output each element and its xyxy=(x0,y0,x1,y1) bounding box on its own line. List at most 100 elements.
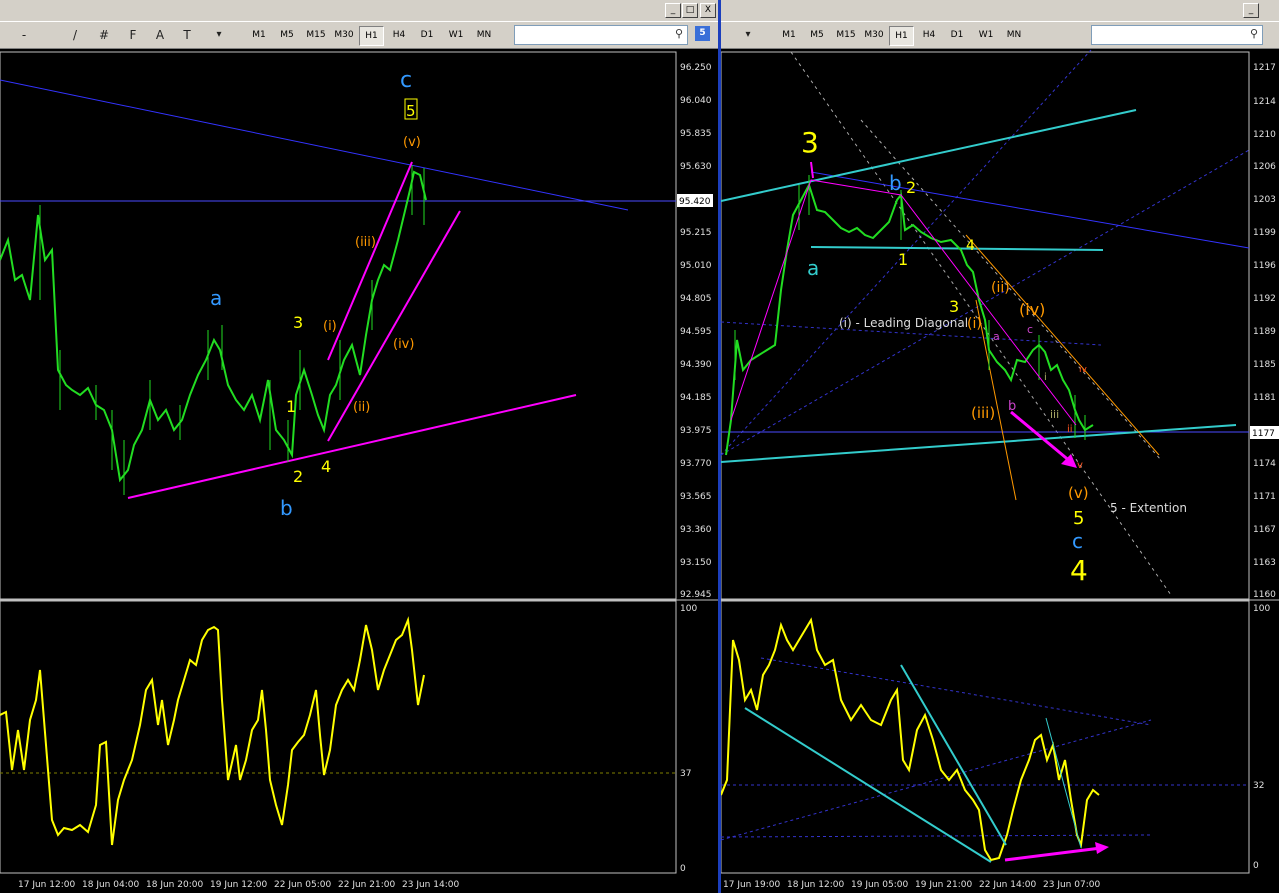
price-tick: 1210 xyxy=(1253,130,1276,140)
fibo-fan-icon[interactable]: F xyxy=(124,26,142,44)
wave-label-b: b xyxy=(280,496,293,520)
tf-m1-button[interactable]: M1 xyxy=(248,26,270,44)
leading-diagonal-label: (i) - Leading Diagonal xyxy=(839,316,968,330)
wave-label-4-small: 4 xyxy=(966,238,975,254)
wave-label-3-big: 3 xyxy=(801,126,819,159)
tf-m15-button[interactable]: M15 xyxy=(303,26,329,44)
search-icon[interactable]: ⚲ xyxy=(1250,27,1258,40)
left-chart-window[interactable]: _ □ X - / # F A T ▾ M1 M5 M15 M30 H1 H4 … xyxy=(0,0,718,893)
left-osc-frame xyxy=(0,600,677,874)
tf-w1-button[interactable]: W1 xyxy=(444,26,468,44)
tf-m5-button[interactable]: M5 xyxy=(276,26,298,44)
tf-mn-button[interactable]: MN xyxy=(472,26,496,44)
text-label-tool-icon[interactable]: A xyxy=(152,26,168,44)
wave-label-i: (i) xyxy=(967,316,982,332)
support-trendline xyxy=(721,424,1237,463)
wave-label-a: a xyxy=(807,256,819,280)
price-tick: 1217 xyxy=(1253,63,1276,73)
wave-label-b: b xyxy=(889,171,902,195)
time-tick: 23 Jun 07:00 xyxy=(1043,880,1100,890)
time-tick: 18 Jun 12:00 xyxy=(787,880,844,890)
tf-h1-button[interactable]: H1 xyxy=(359,26,384,46)
tf-m1-button[interactable]: M1 xyxy=(778,26,800,44)
tf-mn-button[interactable]: MN xyxy=(1002,26,1026,44)
wave-label-c: c xyxy=(400,68,412,93)
small-label-a: a xyxy=(993,330,1000,343)
time-tick: 22 Jun 14:00 xyxy=(979,880,1036,890)
search-icon[interactable]: ⚲ xyxy=(675,27,683,40)
tf-w1-button[interactable]: W1 xyxy=(974,26,998,44)
price-tick: 92.945 xyxy=(680,590,712,600)
descending-trendline xyxy=(810,171,1250,249)
restore-button[interactable]: □ xyxy=(682,3,698,18)
channel-upper-line xyxy=(327,161,413,361)
price-tick: 95.630 xyxy=(680,162,712,172)
left-chart-canvas[interactable]: 96.250 96.040 95.835 95.630 95.215 95.01… xyxy=(0,48,718,893)
right-chart-window[interactable]: _ ▾ M1 M5 M15 M30 H1 H4 D1 W1 MN ⚲ 1217 … xyxy=(721,0,1279,893)
fibo-tool-icon[interactable]: # xyxy=(95,26,113,44)
horizontal-level-line xyxy=(810,246,1104,251)
tf-h1-button[interactable]: H1 xyxy=(889,26,914,46)
small-label-iii: iii xyxy=(1050,408,1059,421)
price-tick: 95.215 xyxy=(680,228,712,238)
shapes-dropdown-icon[interactable]: ▾ xyxy=(735,26,761,44)
trendline-tool-icon[interactable]: / xyxy=(66,26,84,44)
search-input[interactable]: ⚲ xyxy=(514,25,688,45)
tf-m30-button[interactable]: M30 xyxy=(861,26,887,44)
small-label-v: v xyxy=(1077,460,1083,471)
osc-tick: 100 xyxy=(680,604,697,614)
price-tick: 1174 xyxy=(1253,459,1276,469)
price-tick: 93.975 xyxy=(680,426,712,436)
price-tick: 1160 xyxy=(1253,590,1276,600)
price-tick: 1185 xyxy=(1253,360,1276,370)
wave-label-4: 4 xyxy=(321,457,331,476)
price-tick: 1214 xyxy=(1253,97,1276,107)
wave-label-i: (i) xyxy=(323,319,337,334)
time-tick: 18 Jun 20:00 xyxy=(146,880,203,890)
minimize-button[interactable]: _ xyxy=(1243,3,1259,18)
right-osc-frame xyxy=(721,600,1250,874)
close-button[interactable]: X xyxy=(700,3,716,18)
notification-badge[interactable]: 5 xyxy=(695,26,710,41)
price-tick: 94.185 xyxy=(680,393,712,403)
shapes-dropdown-icon[interactable]: ▾ xyxy=(206,26,232,44)
small-label-c: c xyxy=(1027,323,1033,336)
current-price-label: 1177 xyxy=(1252,429,1275,439)
tf-d1-button[interactable]: D1 xyxy=(416,26,438,44)
price-tick: 1167 xyxy=(1253,525,1276,535)
right-chart-canvas[interactable]: 1217 1214 1210 1206 1203 1199 1196 1192 … xyxy=(721,48,1279,893)
osc-tick: 100 xyxy=(1253,604,1270,614)
arrow-right-icon xyxy=(1095,842,1109,854)
minimize-button[interactable]: _ xyxy=(665,3,681,18)
search-input[interactable]: ⚲ xyxy=(1091,25,1263,45)
price-tick: 93.770 xyxy=(680,459,712,469)
price-tick: 94.390 xyxy=(680,360,712,370)
small-label-iv: iv xyxy=(1079,365,1088,375)
wave-label-v: (v) xyxy=(1068,484,1089,502)
small-label-i: i xyxy=(1044,372,1047,383)
wave-label-ii: (ii) xyxy=(353,400,370,415)
tf-m15-button[interactable]: M15 xyxy=(833,26,859,44)
tf-m5-button[interactable]: M5 xyxy=(806,26,828,44)
wave-label-v: (v) xyxy=(403,135,421,150)
time-tick: 17 Jun 19:00 xyxy=(723,880,780,890)
right-osc-axis: 100 32 0 xyxy=(1253,604,1270,871)
price-tick: 1171 xyxy=(1253,492,1276,502)
wave-label-2: 2 xyxy=(293,467,303,486)
left-time-axis: 17 Jun 12:00 18 Jun 04:00 18 Jun 20:00 1… xyxy=(18,880,459,890)
osc-tick: 32 xyxy=(1253,781,1264,791)
text-tool-icon[interactable]: T xyxy=(178,26,196,44)
wave-label-5: 5 xyxy=(1073,508,1084,529)
osc-second-trendline xyxy=(900,664,1007,846)
tf-m30-button[interactable]: M30 xyxy=(331,26,357,44)
time-tick: 23 Jun 14:00 xyxy=(402,880,459,890)
hline-tool-icon[interactable]: - xyxy=(14,26,34,44)
tf-h4-button[interactable]: H4 xyxy=(918,26,940,44)
wave-label-ii: (ii) xyxy=(991,280,1010,296)
wave-label-a: a xyxy=(210,286,222,310)
tf-d1-button[interactable]: D1 xyxy=(946,26,968,44)
time-tick: 22 Jun 05:00 xyxy=(274,880,331,890)
wave-label-4-big: 4 xyxy=(1070,554,1088,587)
osc-tick: 0 xyxy=(680,864,686,874)
tf-h4-button[interactable]: H4 xyxy=(388,26,410,44)
